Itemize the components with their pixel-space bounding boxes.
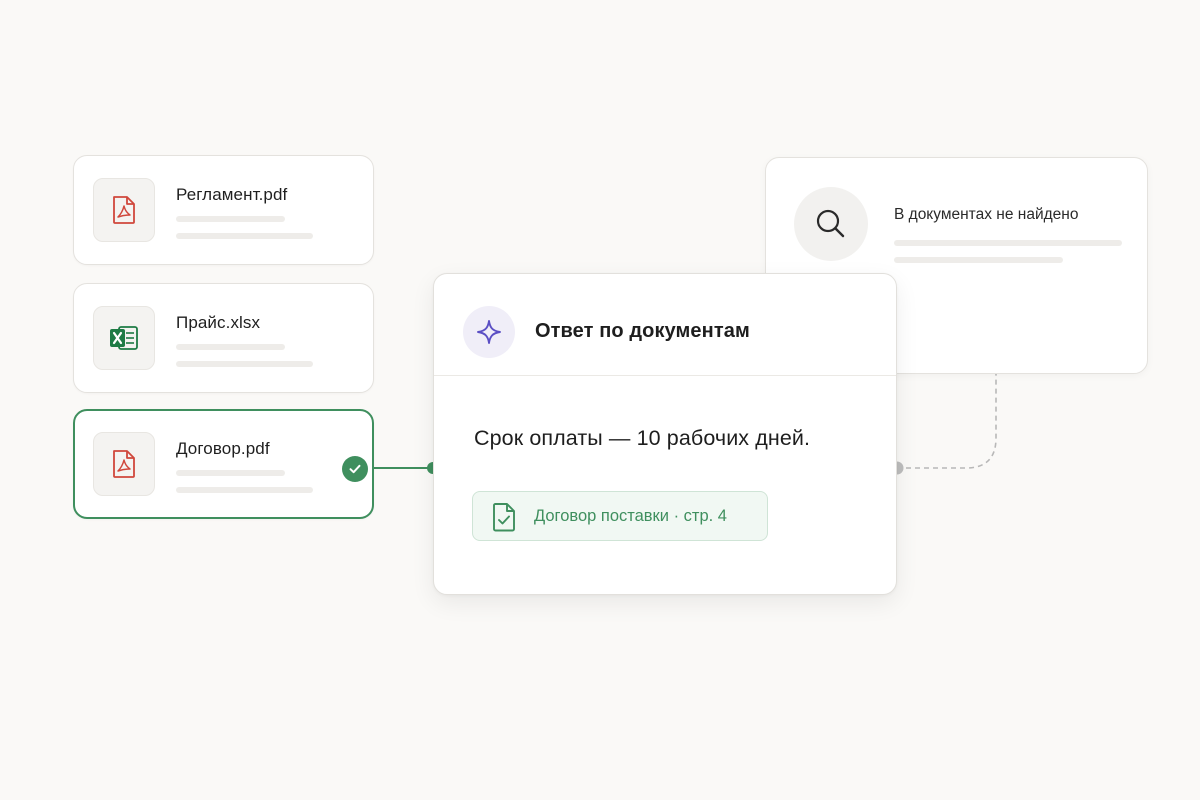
file-icon-container bbox=[93, 178, 155, 242]
file-card-contract[interactable]: Договор.pdf bbox=[73, 409, 374, 519]
answer-card: Ответ по документам Срок оплаты — 10 раб… bbox=[433, 273, 897, 595]
not-found-title: В документах не найдено bbox=[894, 206, 1079, 223]
file-name: Регламент.pdf bbox=[176, 185, 288, 204]
file-card-price[interactable]: Прайс.xlsx bbox=[73, 283, 374, 393]
pdf-icon bbox=[113, 450, 135, 478]
canvas: Регламент.pdf Прайс.xlsx Договор.pdf В д… bbox=[0, 0, 1200, 800]
connector-answer-to-notfound bbox=[897, 374, 997, 469]
placeholder-line bbox=[176, 487, 313, 493]
placeholder-line bbox=[894, 240, 1122, 246]
answer-title: Ответ по документам bbox=[535, 320, 750, 342]
source-label: Договор поставки · стр. 4 bbox=[534, 507, 727, 525]
placeholder-line bbox=[176, 233, 313, 239]
answer-text: Срок оплаты — 10 рабочих дней. bbox=[474, 426, 811, 450]
placeholder-line bbox=[176, 344, 285, 350]
sparkle-icon bbox=[463, 306, 515, 358]
answer-header: Ответ по документам bbox=[434, 274, 896, 376]
placeholder-line bbox=[176, 216, 285, 222]
excel-icon bbox=[110, 326, 138, 350]
pdf-icon bbox=[113, 196, 135, 224]
check-icon bbox=[342, 456, 368, 482]
file-name: Прайс.xlsx bbox=[176, 313, 261, 332]
placeholder-line bbox=[176, 470, 285, 476]
file-card-reglament[interactable]: Регламент.pdf bbox=[73, 155, 374, 265]
file-icon-container bbox=[93, 306, 155, 370]
file-name: Договор.pdf bbox=[176, 439, 270, 458]
placeholder-line bbox=[894, 257, 1063, 263]
search-icon bbox=[794, 187, 868, 261]
source-citation-chip[interactable]: Договор поставки · стр. 4 bbox=[472, 491, 768, 541]
placeholder-line bbox=[176, 361, 313, 367]
document-check-icon bbox=[490, 502, 518, 537]
file-icon-container bbox=[93, 432, 155, 496]
